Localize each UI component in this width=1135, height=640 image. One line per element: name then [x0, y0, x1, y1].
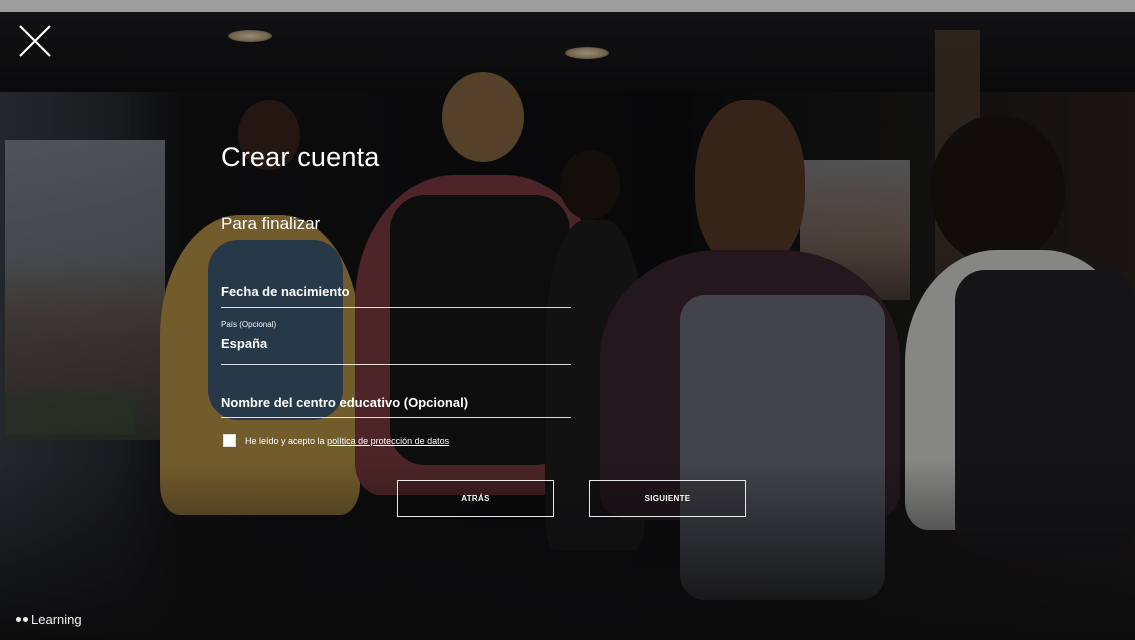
brand-name: Learning [31, 612, 82, 627]
country-label: País (Opcional) [221, 320, 277, 329]
back-button[interactable]: ATRÁS [397, 480, 554, 517]
consent-row: He leído y acepto la política de protecc… [223, 434, 449, 447]
birth-date-field[interactable]: Fecha de nacimiento [221, 283, 571, 308]
school-name-placeholder: Nombre del centro educativo (Opcional) [221, 395, 469, 410]
school-name-field[interactable]: Nombre del centro educativo (Opcional) [221, 394, 571, 418]
brand-dots-icon [16, 617, 28, 622]
next-button[interactable]: SIGUIENTE [589, 480, 746, 517]
close-icon[interactable] [18, 24, 52, 58]
privacy-policy-link[interactable]: política de protección de datos [327, 436, 449, 446]
country-value: España [221, 336, 268, 351]
consent-label: He leído y acepto la [245, 435, 325, 446]
birth-date-placeholder: Fecha de nacimiento [221, 284, 350, 299]
consent-checkbox[interactable] [223, 434, 236, 447]
country-field[interactable]: País (Opcional) España [221, 320, 571, 365]
brand-logo: Learning [16, 612, 82, 627]
page-title: Crear cuenta [221, 142, 380, 172]
consent-text: He leído y acepto la política de protecc… [245, 436, 449, 446]
form-subtitle: Para finalizar [221, 214, 321, 233]
